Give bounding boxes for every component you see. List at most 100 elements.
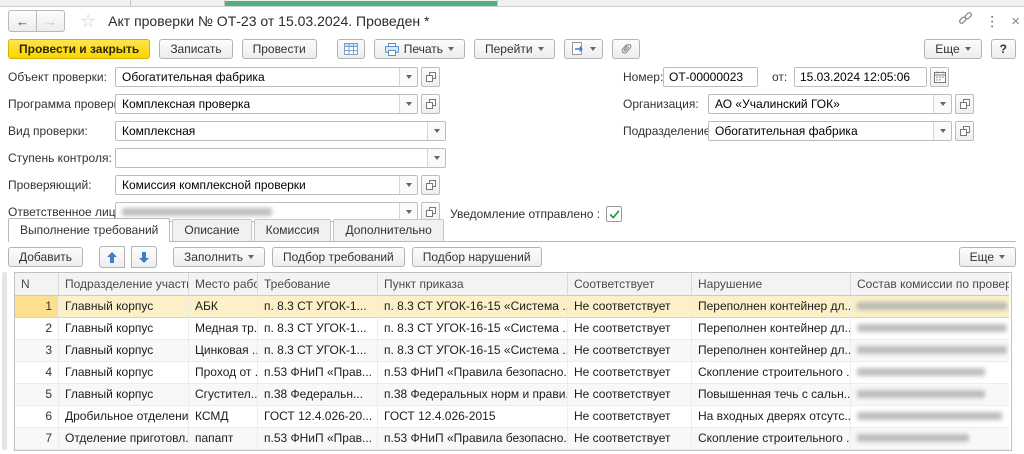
row-number-cell[interactable]: 5	[15, 384, 59, 406]
combo-button[interactable]	[399, 68, 417, 86]
table-cell[interactable]: Не соответствует	[568, 384, 692, 406]
number-field[interactable]: ОТ-00000023	[663, 67, 758, 87]
open-button[interactable]	[421, 175, 440, 195]
select-requirements-button[interactable]: Подбор требований	[272, 247, 405, 267]
tab-description[interactable]: Описание	[172, 219, 251, 241]
table-cell[interactable]: Повышенная течь с сальн...	[692, 384, 851, 406]
help-button[interactable]: ?	[991, 39, 1016, 59]
table-cell[interactable]: папапт	[189, 428, 258, 450]
control-level-field[interactable]	[115, 148, 446, 168]
post-button[interactable]: Провести	[242, 39, 317, 59]
table-cell[interactable]: Главный корпус	[59, 384, 189, 406]
kebab-menu-icon[interactable]: ⋮	[985, 13, 999, 30]
move-down-button[interactable]	[131, 246, 157, 268]
table-cell[interactable]: Не соответствует	[568, 318, 692, 340]
combo-button[interactable]	[427, 122, 445, 140]
table-cell[interactable]: На входных дверях отсутс...	[692, 406, 851, 428]
table-cell[interactable]: Не соответствует	[568, 296, 692, 318]
register-records-button[interactable]	[337, 39, 365, 59]
inspector-field[interactable]: Комиссия комплексной проверки	[115, 175, 418, 195]
grid-more-button[interactable]: Еще	[959, 247, 1016, 267]
row-number-cell[interactable]: 2	[15, 318, 59, 340]
open-button[interactable]	[421, 94, 440, 114]
table-cell[interactable]: Отделение приготовл...	[59, 428, 189, 450]
table-cell[interactable]: Переполнен контейнер дл...	[692, 296, 851, 318]
table-cell[interactable]: Скопление строительного ...	[692, 428, 851, 450]
row-number-cell[interactable]: 1	[15, 296, 59, 318]
print-button[interactable]: Печать	[374, 39, 465, 59]
commission-cell[interactable]	[851, 296, 1009, 318]
table-cell[interactable]: Главный корпус	[59, 296, 189, 318]
table-cell[interactable]: Медная тр...	[189, 318, 258, 340]
table-cell[interactable]: КСМД	[189, 406, 258, 428]
open-button[interactable]	[955, 121, 974, 141]
table-cell[interactable]: п. 8.3 СТ УГОК-1...	[258, 296, 378, 318]
table-cell[interactable]: Дробильное отделение	[59, 406, 189, 428]
organization-field[interactable]: АО «Учалинский ГОК»	[708, 94, 952, 114]
combo-button[interactable]	[399, 95, 417, 113]
table-cell[interactable]: п.53 ФНиП «Прав...	[258, 362, 378, 384]
fill-button[interactable]: Заполнить	[173, 247, 265, 267]
select-violations-button[interactable]: Подбор нарушений	[412, 247, 542, 267]
tab-additional[interactable]: Дополнительно	[333, 219, 443, 241]
left-scroll-strip[interactable]	[2, 272, 7, 450]
column-header[interactable]: Подразделение участка	[59, 273, 189, 296]
favorite-star-icon[interactable]: ☆	[80, 12, 96, 30]
table-cell[interactable]: Главный корпус	[59, 318, 189, 340]
inspection-program-field[interactable]: Комплексная проверка	[115, 94, 418, 114]
table-row[interactable]: 1Главный корпусАБКп. 8.3 СТ УГОК-1...п. …	[15, 296, 1011, 318]
table-row[interactable]: 3Главный корпусЦинковая ...п. 8.3 СТ УГО…	[15, 340, 1011, 362]
table-cell[interactable]: п.38 Федеральных норм и прави...	[378, 384, 568, 406]
calendar-button[interactable]	[930, 67, 949, 87]
inspection-object-field[interactable]: Обогатительная фабрика	[115, 67, 418, 87]
table-row[interactable]: 4Главный корпусПроход от ...п.53 ФНиП «П…	[15, 362, 1011, 384]
table-cell[interactable]: п.53 ФНиП «Прав...	[258, 428, 378, 450]
more-button[interactable]: Еще	[924, 39, 981, 59]
table-cell[interactable]: п.53 ФНиП «Правила безопасно...	[378, 428, 568, 450]
close-icon[interactable]: ×	[1011, 13, 1020, 30]
table-cell[interactable]: Не соответствует	[568, 340, 692, 362]
table-cell[interactable]: Не соответствует	[568, 362, 692, 384]
back-button[interactable]: ←	[8, 10, 37, 32]
department-field[interactable]: Обогатительная фабрика	[708, 121, 952, 141]
date-field[interactable]: 15.03.2024 12:05:06	[794, 67, 927, 87]
table-cell[interactable]: ГОСТ 12.4.026-20...	[258, 406, 378, 428]
forward-button[interactable]: →	[36, 10, 65, 32]
column-header[interactable]: Пункт приказа	[378, 273, 568, 296]
table-cell[interactable]: Проход от ...	[189, 362, 258, 384]
commission-cell[interactable]	[851, 318, 1009, 340]
move-up-button[interactable]	[99, 246, 125, 268]
add-row-button[interactable]: Добавить	[8, 247, 83, 267]
table-cell[interactable]: Главный корпус	[59, 362, 189, 384]
navigate-button[interactable]: Перейти	[474, 39, 555, 59]
combo-button[interactable]	[933, 122, 951, 140]
table-cell[interactable]: Скопление строительного ...	[692, 362, 851, 384]
row-number-cell[interactable]: 6	[15, 406, 59, 428]
table-row[interactable]: 2Главный корпусМедная тр...п. 8.3 СТ УГО…	[15, 318, 1011, 340]
row-number-cell[interactable]: 3	[15, 340, 59, 362]
open-button[interactable]	[421, 67, 440, 87]
table-cell[interactable]: Не соответствует	[568, 428, 692, 450]
row-number-cell[interactable]: 7	[15, 428, 59, 450]
column-header[interactable]: Нарушение	[692, 273, 851, 296]
save-button[interactable]: Записать	[159, 39, 232, 59]
column-header[interactable]: Место работ	[189, 273, 258, 296]
combo-button[interactable]	[399, 176, 417, 194]
column-header[interactable]: N	[15, 273, 59, 296]
table-cell[interactable]: п. 8.3 СТ УГОК-1...	[258, 318, 378, 340]
combo-button[interactable]	[427, 149, 445, 167]
open-button[interactable]	[955, 94, 974, 114]
table-cell[interactable]: п. 8.3 СТ УГОК-16-15 «Система ...	[378, 318, 568, 340]
commission-cell[interactable]	[851, 428, 1009, 450]
table-cell[interactable]: Главный корпус	[59, 340, 189, 362]
table-row[interactable]: 6Дробильное отделениеКСМДГОСТ 12.4.026-2…	[15, 406, 1011, 428]
inspection-type-field[interactable]: Комплексная	[115, 121, 446, 141]
table-cell[interactable]: Не соответствует	[568, 406, 692, 428]
table-cell[interactable]: ГОСТ 12.4.026-2015	[378, 406, 568, 428]
table-row[interactable]: 5Главный корпусСгустител...п.38 Федераль…	[15, 384, 1011, 406]
link-icon[interactable]	[958, 11, 973, 31]
row-number-cell[interactable]: 4	[15, 362, 59, 384]
table-cell[interactable]: АБК	[189, 296, 258, 318]
post-and-close-button[interactable]: Провести и закрыть	[8, 39, 150, 59]
table-cell[interactable]: п. 8.3 СТ УГОК-16-15 «Система ...	[378, 296, 568, 318]
